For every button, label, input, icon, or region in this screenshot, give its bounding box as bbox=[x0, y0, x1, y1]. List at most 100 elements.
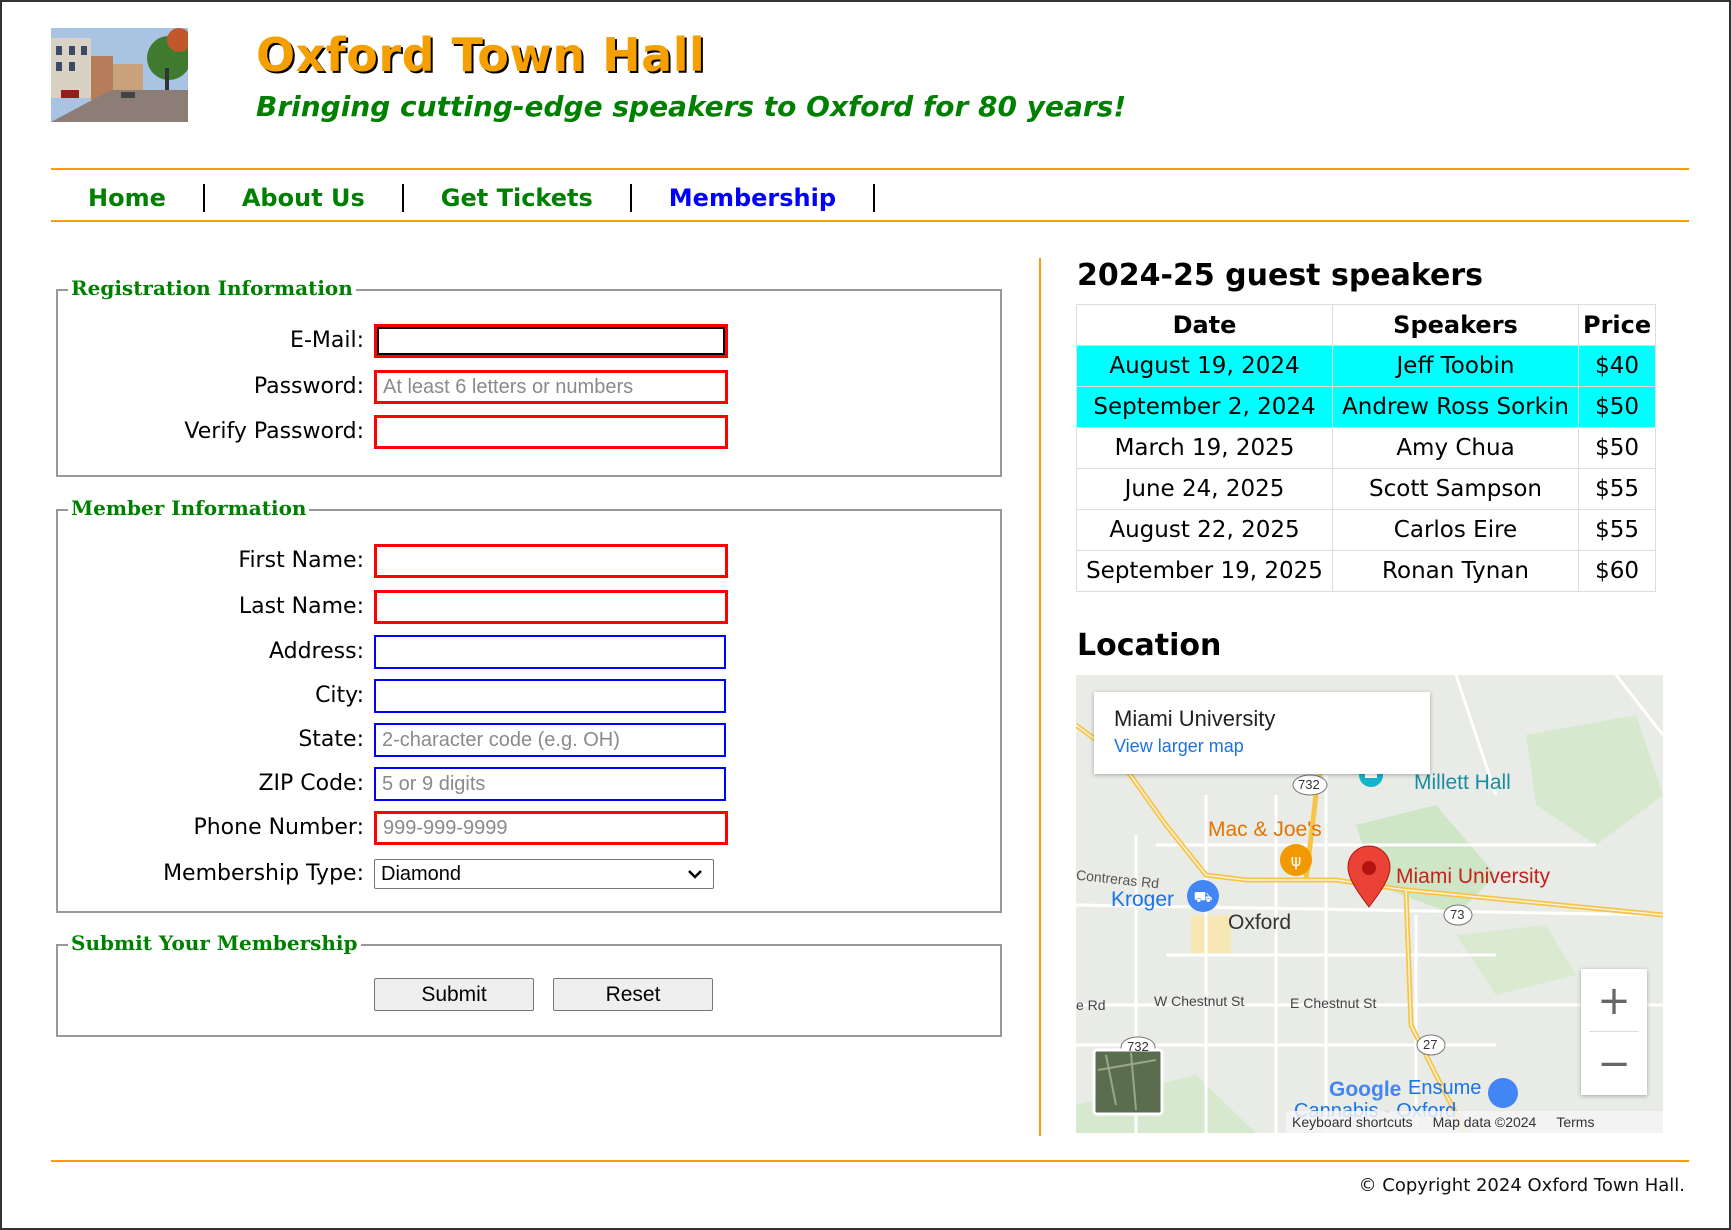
row-date: August 22, 2025 bbox=[1076, 509, 1333, 551]
table-row: August 22, 2025 Carlos Eire $55 bbox=[1076, 509, 1657, 551]
map-label-millett-hall: Millett Hall bbox=[1414, 771, 1511, 794]
map-route-27: 27 bbox=[1423, 1037, 1438, 1052]
map-route-732-b: 732 bbox=[1127, 1039, 1149, 1054]
speakers-heading: 2024-25 guest speakers bbox=[1077, 258, 1484, 293]
city-field[interactable] bbox=[374, 679, 726, 713]
row-speaker: Carlos Eire bbox=[1332, 509, 1579, 551]
zip-row: ZIP Code: bbox=[58, 767, 1000, 803]
main-nav: Home About Us Get Tickets Membership bbox=[51, 180, 876, 216]
last-name-label: Last Name: bbox=[238, 594, 364, 619]
row-date: August 19, 2024 bbox=[1076, 345, 1333, 387]
state-label: State: bbox=[298, 727, 364, 752]
membership-type-label: Membership Type: bbox=[163, 861, 364, 886]
row-speaker: Amy Chua bbox=[1332, 427, 1579, 469]
embedded-map[interactable]: ψ ⛟ Millett Hall Mac & Joe's Miami Unive… bbox=[1076, 675, 1663, 1133]
zoom-in-button[interactable]: + bbox=[1581, 969, 1647, 1032]
row-date: September 2, 2024 bbox=[1076, 386, 1333, 428]
membership-type-select[interactable]: Diamond bbox=[374, 859, 714, 889]
table-row: March 19, 2025 Amy Chua $50 bbox=[1076, 427, 1657, 469]
nav-about-us[interactable]: About Us bbox=[205, 184, 404, 212]
phone-label: Phone Number: bbox=[193, 815, 364, 840]
col-date: Date bbox=[1076, 304, 1333, 346]
verify-password-label: Verify Password: bbox=[184, 419, 364, 444]
first-name-label: First Name: bbox=[238, 548, 364, 573]
zip-label: ZIP Code: bbox=[258, 771, 364, 796]
svg-text:ψ: ψ bbox=[1291, 851, 1302, 870]
logo-image bbox=[51, 28, 188, 122]
map-label-ensume: Ensume bbox=[1408, 1077, 1482, 1099]
city-label: City: bbox=[315, 683, 364, 708]
registration-legend: Registration Information bbox=[68, 276, 356, 300]
submit-fieldset: Submit Your Membership Submit Reset bbox=[56, 931, 1002, 1037]
reset-button[interactable]: Reset bbox=[553, 978, 713, 1011]
map-route-73: 73 bbox=[1450, 907, 1465, 922]
last-name-field[interactable] bbox=[374, 590, 728, 624]
header-divider bbox=[51, 168, 1689, 170]
row-price: $55 bbox=[1577, 509, 1657, 551]
chevron-down-icon bbox=[688, 870, 702, 879]
row-price: $55 bbox=[1577, 468, 1657, 510]
zip-field[interactable] bbox=[374, 767, 726, 801]
password-row: Password: bbox=[58, 370, 1000, 406]
verify-password-field[interactable] bbox=[374, 415, 728, 449]
submit-button[interactable]: Submit bbox=[374, 978, 534, 1011]
last-name-row: Last Name: bbox=[58, 590, 1000, 626]
member-fieldset: Member Information First Name: Last Name… bbox=[56, 496, 1002, 913]
state-field[interactable] bbox=[374, 723, 726, 757]
zoom-out-button[interactable]: − bbox=[1581, 1032, 1647, 1095]
registration-fieldset: Registration Information E-Mail: Passwor… bbox=[56, 276, 1002, 477]
nav-get-tickets[interactable]: Get Tickets bbox=[404, 184, 632, 212]
map-label-miami-university: Miami University bbox=[1396, 865, 1551, 888]
zoom-separator bbox=[1589, 1031, 1639, 1032]
nav-home[interactable]: Home bbox=[51, 184, 205, 212]
map-label-w-chestnut: W Chestnut St bbox=[1154, 993, 1245, 1009]
map-label-mac-joes: Mac & Joe's bbox=[1208, 818, 1322, 841]
email-label: E-Mail: bbox=[290, 328, 364, 353]
footer-divider bbox=[51, 1160, 1689, 1162]
row-date: June 24, 2025 bbox=[1076, 468, 1333, 510]
map-card-title: Miami University bbox=[1114, 706, 1276, 731]
map-route-732: 732 bbox=[1298, 777, 1320, 792]
address-row: Address: bbox=[58, 635, 1000, 671]
speakers-table: Date Speakers Price August 19, 2024 Jeff… bbox=[1076, 304, 1657, 592]
table-row: August 19, 2024 Jeff Toobin $40 bbox=[1076, 345, 1657, 387]
first-name-row: First Name: bbox=[58, 544, 1000, 580]
membership-type-value: Diamond bbox=[381, 862, 462, 885]
map-label-kroger: Kroger bbox=[1111, 888, 1175, 911]
city-row: City: bbox=[58, 679, 1000, 715]
copyright-text: © Copyright 2024 Oxford Town Hall. bbox=[1358, 1175, 1685, 1196]
location-heading: Location bbox=[1077, 628, 1222, 663]
row-date: March 19, 2025 bbox=[1076, 427, 1333, 469]
row-speaker: Andrew Ross Sorkin bbox=[1332, 386, 1579, 428]
phone-row: Phone Number: bbox=[58, 811, 1000, 847]
map-footer: Keyboard shortcuts Map data ©2024 Terms bbox=[1286, 1111, 1663, 1133]
view-larger-map-link[interactable]: View larger map bbox=[1114, 736, 1410, 757]
row-price: $50 bbox=[1577, 386, 1657, 428]
row-date: September 19, 2025 bbox=[1076, 550, 1333, 592]
phone-field[interactable] bbox=[374, 811, 728, 845]
map-info-card: Miami University View larger map bbox=[1094, 692, 1430, 774]
member-legend: Member Information bbox=[68, 496, 310, 520]
keyboard-shortcuts-link[interactable]: Keyboard shortcuts bbox=[1292, 1114, 1413, 1130]
page: Oxford Town Hall Bringing cutting-edge s… bbox=[0, 0, 1731, 1230]
map-label-oxford: Oxford bbox=[1228, 911, 1292, 934]
verify-password-row: Verify Password: bbox=[58, 415, 1000, 451]
email-row: E-Mail: bbox=[58, 324, 1000, 360]
address-field[interactable] bbox=[374, 635, 726, 669]
nav-membership[interactable]: Membership bbox=[632, 184, 876, 212]
sidebar-divider bbox=[1039, 258, 1041, 1136]
nav-divider bbox=[51, 220, 1689, 222]
speakers-table-header: Date Speakers Price bbox=[1076, 304, 1657, 346]
password-field[interactable] bbox=[374, 370, 728, 404]
terms-link[interactable]: Terms bbox=[1556, 1114, 1594, 1130]
membership-type-row: Membership Type: Diamond bbox=[58, 857, 1000, 893]
password-label: Password: bbox=[253, 374, 364, 399]
email-field[interactable] bbox=[374, 324, 728, 358]
row-price: $40 bbox=[1577, 345, 1657, 387]
first-name-field[interactable] bbox=[374, 544, 728, 578]
table-row: June 24, 2025 Scott Sampson $55 bbox=[1076, 468, 1657, 510]
address-label: Address: bbox=[268, 639, 364, 664]
map-zoom-control: + − bbox=[1581, 969, 1647, 1095]
state-row: State: bbox=[58, 723, 1000, 759]
svg-text:⛟: ⛟ bbox=[1194, 888, 1213, 906]
